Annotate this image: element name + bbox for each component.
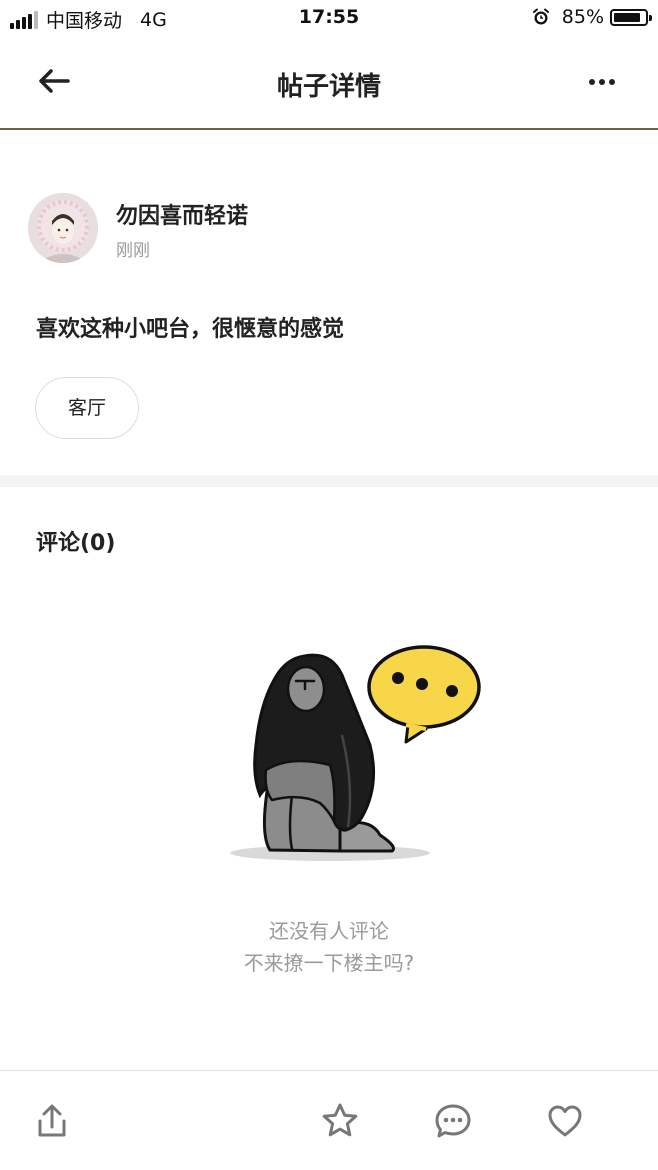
comments-title: 评论(0): [36, 531, 116, 556]
heart-icon[interactable]: [545, 1101, 585, 1141]
battery-percent: 85%: [561, 6, 604, 28]
section-divider: [0, 475, 658, 487]
tag-chip[interactable]: 客厅: [35, 377, 139, 439]
empty-comments-illustration: [230, 645, 481, 861]
status-bar: 中国移动 4G 17:55 85%: [0, 0, 658, 38]
more-dots-icon[interactable]: [588, 78, 616, 86]
author-avatar[interactable]: [28, 193, 98, 263]
post-time: 刚刚: [116, 241, 150, 261]
status-right: 85%: [532, 6, 652, 28]
page-title: 帖子详情: [276, 72, 381, 102]
speech-bubble-icon: [367, 645, 481, 744]
share-icon[interactable]: [32, 1101, 72, 1141]
alarm-clock-icon: [532, 8, 549, 25]
avatar-image: [28, 193, 98, 263]
nav-bar: 帖子详情: [0, 38, 658, 130]
empty-state-line1: 还没有人评论: [269, 919, 389, 943]
comment-icon[interactable]: [433, 1101, 473, 1141]
post-content: 喜欢这种小吧台，很惬意的感觉: [36, 317, 345, 342]
battery-icon: [610, 8, 652, 26]
empty-state-line2: 不来撩一下楼主吗?: [243, 951, 415, 975]
bottom-action-bar: [0, 1070, 658, 1170]
star-icon[interactable]: [320, 1101, 360, 1141]
author-name[interactable]: 勿因喜而轻诺: [116, 198, 248, 230]
